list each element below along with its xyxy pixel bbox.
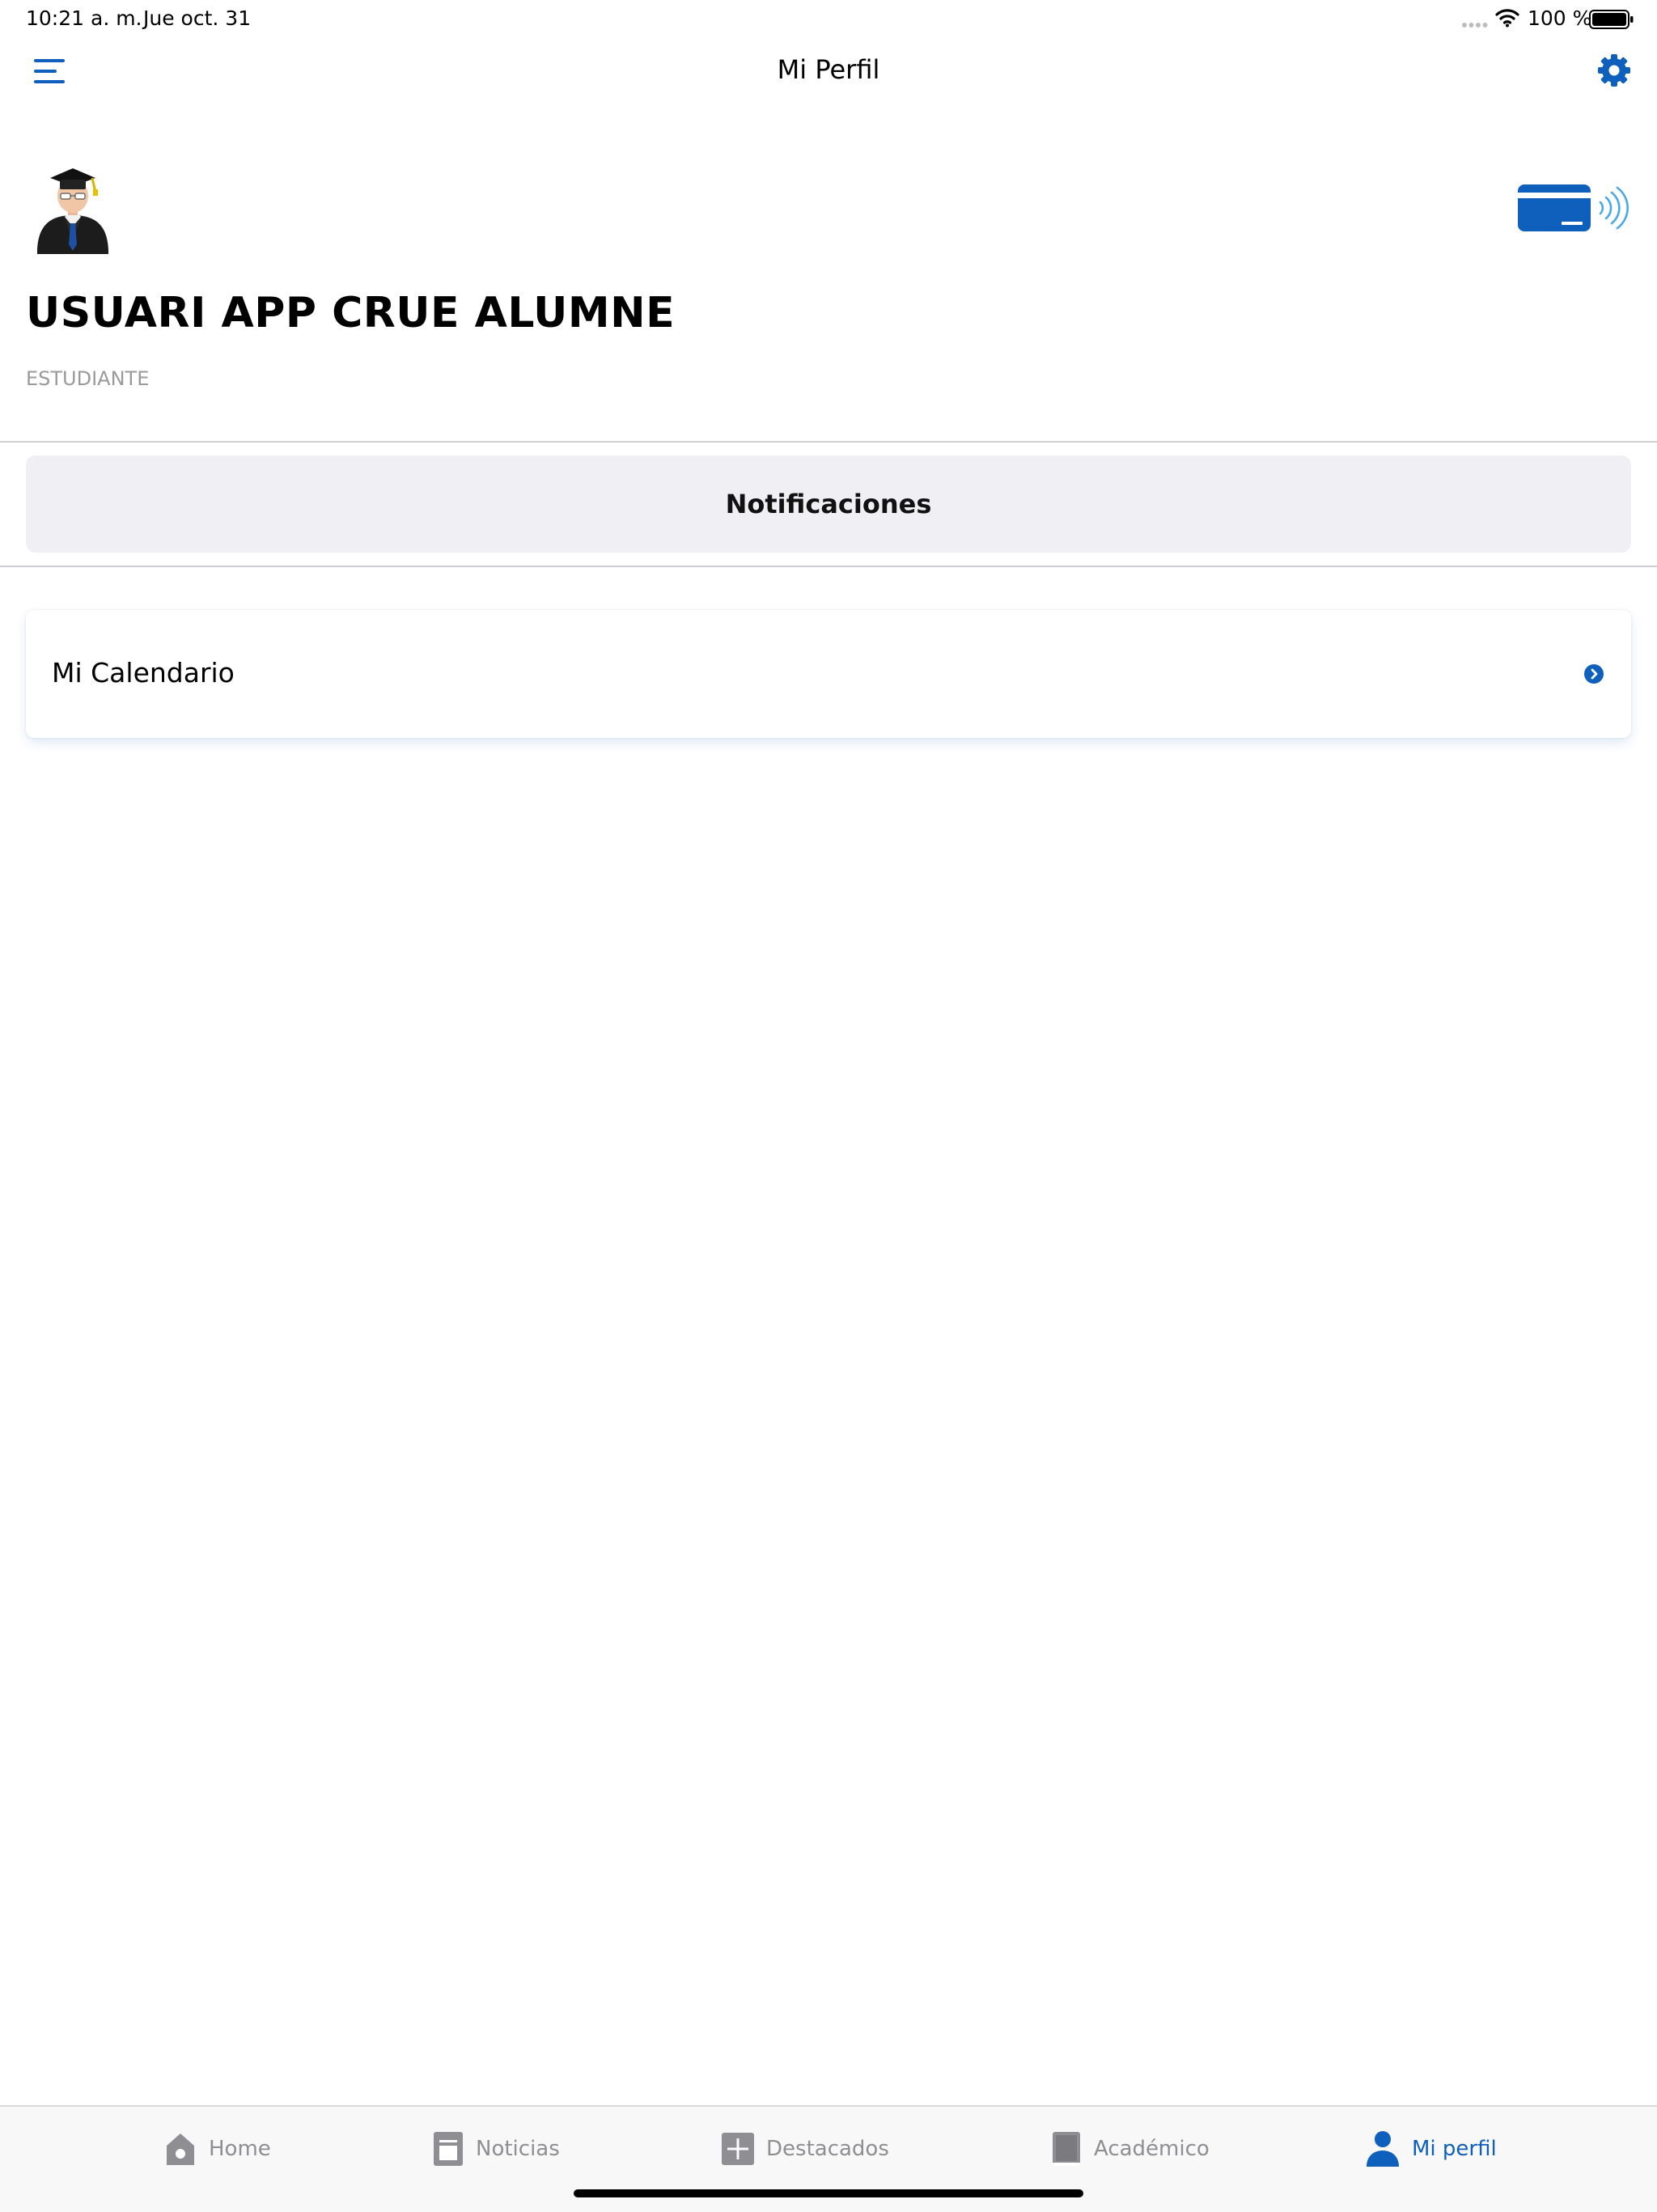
tab-mi-perfil[interactable]: Mi perfil [1365, 2126, 1497, 2172]
notifications-button[interactable]: Notificaciones [26, 456, 1631, 553]
home-indicator [574, 2189, 1083, 2197]
battery-icon [1589, 10, 1634, 29]
tab-noticias[interactable]: Noticias [432, 2126, 560, 2172]
tab-destacados[interactable]: Destacados [721, 2126, 889, 2172]
status-date: Jue oct. 31 [143, 6, 252, 30]
tab-noticias-label: Noticias [476, 2137, 560, 2161]
graduate-avatar-icon [37, 168, 108, 254]
tab-home-label: Home [209, 2137, 271, 2161]
status-time: 10:21 a. m. [26, 6, 142, 30]
calendar-label: Mi Calendario [52, 657, 235, 689]
divider [0, 566, 1657, 567]
notifications-button-label: Notificaciones [725, 489, 932, 519]
calendar-card[interactable]: Mi Calendario [26, 610, 1631, 738]
divider [0, 441, 1657, 443]
tab-mi-perfil-label: Mi perfil [1412, 2137, 1497, 2161]
tab-academico-label: Académico [1094, 2137, 1210, 2161]
contactless-card-icon[interactable] [1516, 183, 1634, 233]
book-icon [1053, 2132, 1080, 2166]
page-title: Mi Perfil [777, 54, 880, 85]
chevron-right-circle-icon [1584, 664, 1604, 684]
battery-percentage: 100 % [1528, 6, 1592, 30]
home-icon [167, 2134, 194, 2165]
tab-destacados-label: Destacados [766, 2137, 889, 2161]
signal-dots-icon [1462, 23, 1488, 28]
tab-home[interactable]: Home [163, 2126, 271, 2172]
person-icon [1367, 2131, 1399, 2167]
tab-academico[interactable]: Académico [1050, 2126, 1210, 2172]
profile-role: ESTUDIANTE [26, 367, 150, 390]
news-icon [434, 2132, 463, 2166]
wifi-icon [1495, 9, 1519, 28]
profile-name: USUARI APP CRUE ALUMNE [26, 289, 676, 337]
plus-square-icon [722, 2133, 754, 2165]
gear-icon[interactable] [1596, 53, 1632, 88]
